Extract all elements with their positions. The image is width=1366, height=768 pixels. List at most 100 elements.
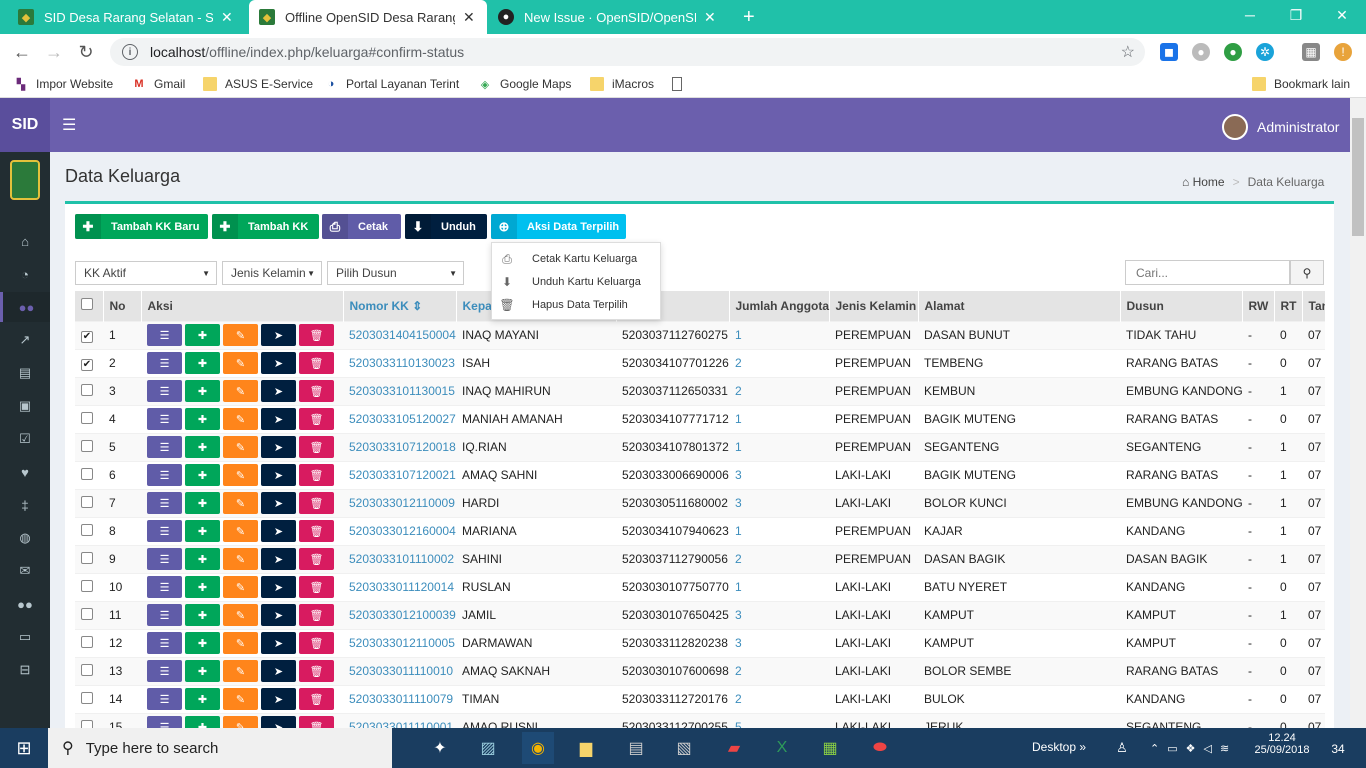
trash-icon[interactable]: 🗑 [299, 520, 334, 542]
list-members-icon[interactable]: ☰ [147, 520, 182, 542]
bookmark-impor-website[interactable]: ▚ Impor Website [14, 75, 113, 93]
minimize-icon[interactable]: ─ [1227, 0, 1273, 30]
row-nomor-kk[interactable]: 5203033012100039 [343, 600, 456, 629]
member-count-link[interactable]: 1 [735, 440, 742, 454]
row-jumlah-anggota[interactable]: 2 [729, 544, 829, 573]
row-nomor-kk[interactable]: 5203033107120018 [343, 432, 456, 461]
new-tab-button[interactable]: + [733, 0, 763, 34]
member-count-link[interactable]: 1 [735, 328, 742, 342]
member-count-link[interactable]: 2 [735, 664, 742, 678]
trash-icon[interactable]: 🗑 [299, 576, 334, 598]
bookmark-page[interactable] [672, 75, 690, 93]
row-jumlah-anggota[interactable]: 3 [729, 628, 829, 657]
back-icon[interactable]: ← [10, 40, 34, 64]
print-button[interactable]: ⎙ Cetak [322, 214, 401, 239]
trash-icon[interactable]: 🗑 [299, 604, 334, 626]
bookmark-star-icon[interactable]: ☆ [1121, 42, 1135, 62]
trash-icon[interactable]: 🗑 [299, 492, 334, 514]
row-select-cell[interactable] [75, 656, 103, 685]
edit-icon[interactable]: ✎ [223, 380, 258, 402]
book-icon[interactable]: ▤ [0, 358, 50, 388]
bookmark-gmail[interactable]: M Gmail [132, 75, 185, 93]
edit-icon[interactable]: ✎ [223, 324, 258, 346]
chrome-icon[interactable]: ◉ [522, 732, 554, 764]
row-nomor-kk[interactable]: 5203033011110001 [343, 712, 456, 728]
bookmark-google-maps[interactable]: ◈ Google Maps [478, 75, 572, 93]
row-jumlah-anggota[interactable]: 3 [729, 460, 829, 489]
row-checkbox[interactable] [81, 691, 93, 704]
edit-icon[interactable]: ✎ [223, 352, 258, 374]
location-arrow-icon[interactable]: ➤ [261, 492, 296, 514]
add-member-icon[interactable]: ✚ [185, 660, 220, 682]
row-select-cell[interactable] [75, 628, 103, 657]
row-nomor-kk[interactable]: 5203033012160004 [343, 516, 456, 545]
people-icon[interactable]: ♙ [1110, 732, 1134, 764]
restore-icon[interactable]: ❐ [1273, 0, 1319, 30]
row-jumlah-anggota[interactable]: 3 [729, 488, 829, 517]
member-count-link[interactable]: 2 [735, 692, 742, 706]
row-checkbox[interactable] [81, 467, 93, 480]
list-members-icon[interactable]: ☰ [147, 380, 182, 402]
trash-icon[interactable]: 🗑 [299, 464, 334, 486]
row-jumlah-anggota[interactable]: 2 [729, 376, 829, 405]
gear-extension-icon[interactable]: ✲ [1256, 43, 1274, 61]
add-member-icon[interactable]: ✚ [185, 604, 220, 626]
row-select-cell[interactable] [75, 572, 103, 601]
list-members-icon[interactable]: ☰ [147, 324, 182, 346]
menu-toggle-icon[interactable]: ☰ [62, 115, 76, 135]
trash-icon[interactable]: 🗑 [299, 352, 334, 374]
row-nomor-kk[interactable]: 5203033012110005 [343, 628, 456, 657]
add-member-icon[interactable]: ✚ [185, 632, 220, 654]
browser-tab-opensid[interactable]: ◆ Offline OpenSID Desa Rarang Sel ✕ [249, 0, 487, 34]
row-checkbox[interactable] [81, 411, 93, 424]
trash-icon[interactable]: 🗑 [299, 632, 334, 654]
app-logo[interactable]: SID [0, 98, 50, 152]
row-checkbox[interactable]: ✔ [81, 358, 93, 371]
location-arrow-icon[interactable]: ➤ [261, 604, 296, 626]
nomor-kk-link[interactable]: 5203033101130015 [349, 384, 455, 398]
archive-icon[interactable]: ▣ [0, 391, 50, 421]
member-count-link[interactable]: 2 [735, 552, 742, 566]
row-checkbox[interactable] [81, 439, 93, 452]
row-select-cell[interactable] [75, 404, 103, 433]
selected-actions-button[interactable]: ⊕ Aksi Data Terpilih [491, 214, 626, 239]
location-arrow-icon[interactable]: ➤ [261, 436, 296, 458]
scrollbar-thumb[interactable] [1352, 118, 1364, 236]
menu-item-download-kk[interactable]: ⬇ Unduh Kartu Keluarga [492, 271, 662, 293]
row-nomor-kk[interactable]: 5203031404150004 [343, 320, 456, 349]
edit-icon[interactable]: ✎ [223, 688, 258, 710]
row-select-cell[interactable] [75, 432, 103, 461]
list-members-icon[interactable]: ☰ [147, 352, 182, 374]
select-all-checkbox[interactable] [81, 298, 93, 311]
add-member-icon[interactable]: ✚ [185, 576, 220, 598]
row-checkbox[interactable] [81, 551, 93, 564]
globe-icon[interactable]: ◍ [0, 523, 50, 553]
status-filter[interactable]: KK Aktif ▼ [75, 261, 217, 285]
add-member-icon[interactable]: ✚ [185, 548, 220, 570]
edit-icon[interactable]: ✎ [223, 436, 258, 458]
list-members-icon[interactable]: ☰ [147, 408, 182, 430]
row-jumlah-anggota[interactable]: 1 [729, 432, 829, 461]
row-nomor-kk[interactable]: 5203033101110002 [343, 544, 456, 573]
location-arrow-icon[interactable]: ➤ [261, 380, 296, 402]
list-members-icon[interactable]: ☰ [147, 492, 182, 514]
add-member-icon[interactable]: ✚ [185, 408, 220, 430]
list-members-icon[interactable]: ☰ [147, 464, 182, 486]
nomor-kk-link[interactable]: 5203033107120021 [349, 468, 456, 482]
list-members-icon[interactable]: ☰ [147, 604, 182, 626]
nomor-kk-link[interactable]: 5203033011120014 [349, 580, 454, 594]
trash-icon[interactable]: 🗑 [299, 408, 334, 430]
bookmark-imacros[interactable]: iMacros [590, 75, 654, 93]
bookmark-asus[interactable]: ASUS E-Service [203, 75, 313, 93]
member-count-link[interactable]: 2 [735, 356, 742, 370]
trash-icon[interactable]: 🗑 [299, 716, 334, 728]
windows-start-icon[interactable]: ⊞ [0, 728, 48, 768]
row-jumlah-anggota[interactable]: 3 [729, 600, 829, 629]
list-members-icon[interactable]: ☰ [147, 688, 182, 710]
row-jumlah-anggota[interactable]: 2 [729, 684, 829, 713]
location-arrow-icon[interactable]: ➤ [261, 716, 296, 728]
select-all-cell[interactable] [75, 291, 104, 321]
col-nomor-kk[interactable]: Nomor KK ⇕ [343, 291, 457, 321]
menu-item-delete-selected[interactable]: 🗑 Hapus Data Terpilih [492, 294, 662, 316]
trash-icon[interactable]: 🗑 [299, 660, 334, 682]
